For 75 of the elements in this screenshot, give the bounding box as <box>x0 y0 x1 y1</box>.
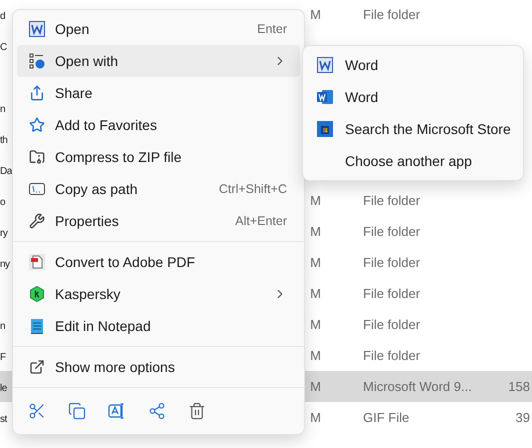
delete-icon <box>188 402 206 420</box>
menu-item[interactable]: Open with <box>17 45 300 77</box>
date-modified: M <box>310 410 321 425</box>
menu-item-label: Show more options <box>55 359 176 375</box>
menu-item[interactable]: Convert to Adobe PDF <box>17 246 300 278</box>
file-name: ry <box>0 228 8 239</box>
cut-icon <box>28 402 46 420</box>
share-icon <box>29 85 45 101</box>
menu-item-label: Compress to ZIP file <box>55 149 183 165</box>
copy-icon <box>68 402 86 420</box>
file-name: F <box>0 352 6 363</box>
menu-item[interactable]: Share <box>17 77 300 109</box>
menu-item[interactable]: Open Enter <box>17 13 300 45</box>
date-modified: M <box>310 255 321 270</box>
menu-item-label: Share <box>55 85 94 101</box>
document-icon <box>317 89 333 105</box>
menu-item-label: Copy as path <box>55 181 138 197</box>
file-name: st <box>0 414 7 425</box>
more-options-icon <box>29 359 45 375</box>
share-icon <box>148 402 166 420</box>
menu-item[interactable]: Word <box>307 81 519 113</box>
file-size: 158 <box>508 379 531 394</box>
file-type: File folder <box>362 224 420 239</box>
menu-item[interactable]: Show more options <box>17 351 300 383</box>
pdf-icon <box>29 254 45 270</box>
file-type: File folder <box>362 255 420 270</box>
file-name: d <box>0 11 6 22</box>
file-type: File folder <box>362 193 420 208</box>
menu-item[interactable]: Choose another app <box>307 145 519 177</box>
menu-item[interactable]: Compress to ZIP file <box>17 141 300 173</box>
file-type: File folder <box>362 286 420 301</box>
menu-item[interactable]: Add to Favorites <box>17 109 300 141</box>
file-type: File folder <box>362 7 420 22</box>
menu-item[interactable]: Search the Microsoft Store <box>307 113 519 145</box>
menu-item-label: Open with <box>55 53 120 69</box>
date-modified: M <box>310 193 321 208</box>
menu-item-label: Properties <box>55 213 120 229</box>
path-icon <box>29 181 45 197</box>
star-icon <box>29 117 45 133</box>
file-type: Microsoft Word 9... <box>362 379 472 394</box>
date-modified: M <box>310 7 321 22</box>
document-icon <box>317 57 333 73</box>
menu-item[interactable]: Edit in Notepad <box>17 310 300 342</box>
date-modified: M <box>310 286 321 301</box>
file-type: GIF File <box>362 410 410 425</box>
shortcut-text: Ctrl+Shift+C <box>218 182 287 196</box>
document-icon <box>29 21 45 37</box>
date-modified: M <box>310 348 321 363</box>
menu-item[interactable]: Properties Alt+Enter <box>17 205 300 237</box>
menu-item-label: Convert to Adobe PDF <box>55 254 196 270</box>
wrench-icon <box>29 213 45 229</box>
shield-icon <box>29 286 45 302</box>
shortcut-text: Alt+Enter <box>235 214 287 228</box>
zip-folder-icon <box>29 149 45 165</box>
rename-icon <box>108 402 126 420</box>
date-modified: M <box>310 317 321 332</box>
file-type: File folder <box>362 317 420 332</box>
menu-item-label: Edit in Notepad <box>55 318 152 334</box>
menu-item[interactable]: Kaspersky <box>17 278 300 310</box>
file-size: 39 <box>516 410 531 425</box>
shortcut-text: Enter <box>257 22 287 36</box>
open-with-icon <box>29 53 45 69</box>
date-modified: M <box>310 224 321 239</box>
file-name: le <box>0 383 7 394</box>
store-icon <box>317 121 333 137</box>
file-name: o <box>0 197 6 208</box>
menu-item-label: Open <box>55 21 90 37</box>
date-modified: M <box>310 379 321 394</box>
menu-item-label: Kaspersky <box>55 286 122 302</box>
menu-item[interactable]: Word <box>307 49 519 81</box>
menu-item-label: Add to Favorites <box>55 117 158 133</box>
menu-item[interactable]: Copy as path Ctrl+Shift+C <box>17 173 300 205</box>
file-type: File folder <box>362 348 420 363</box>
notepad-icon <box>29 318 45 334</box>
file-name: n <box>0 104 6 115</box>
